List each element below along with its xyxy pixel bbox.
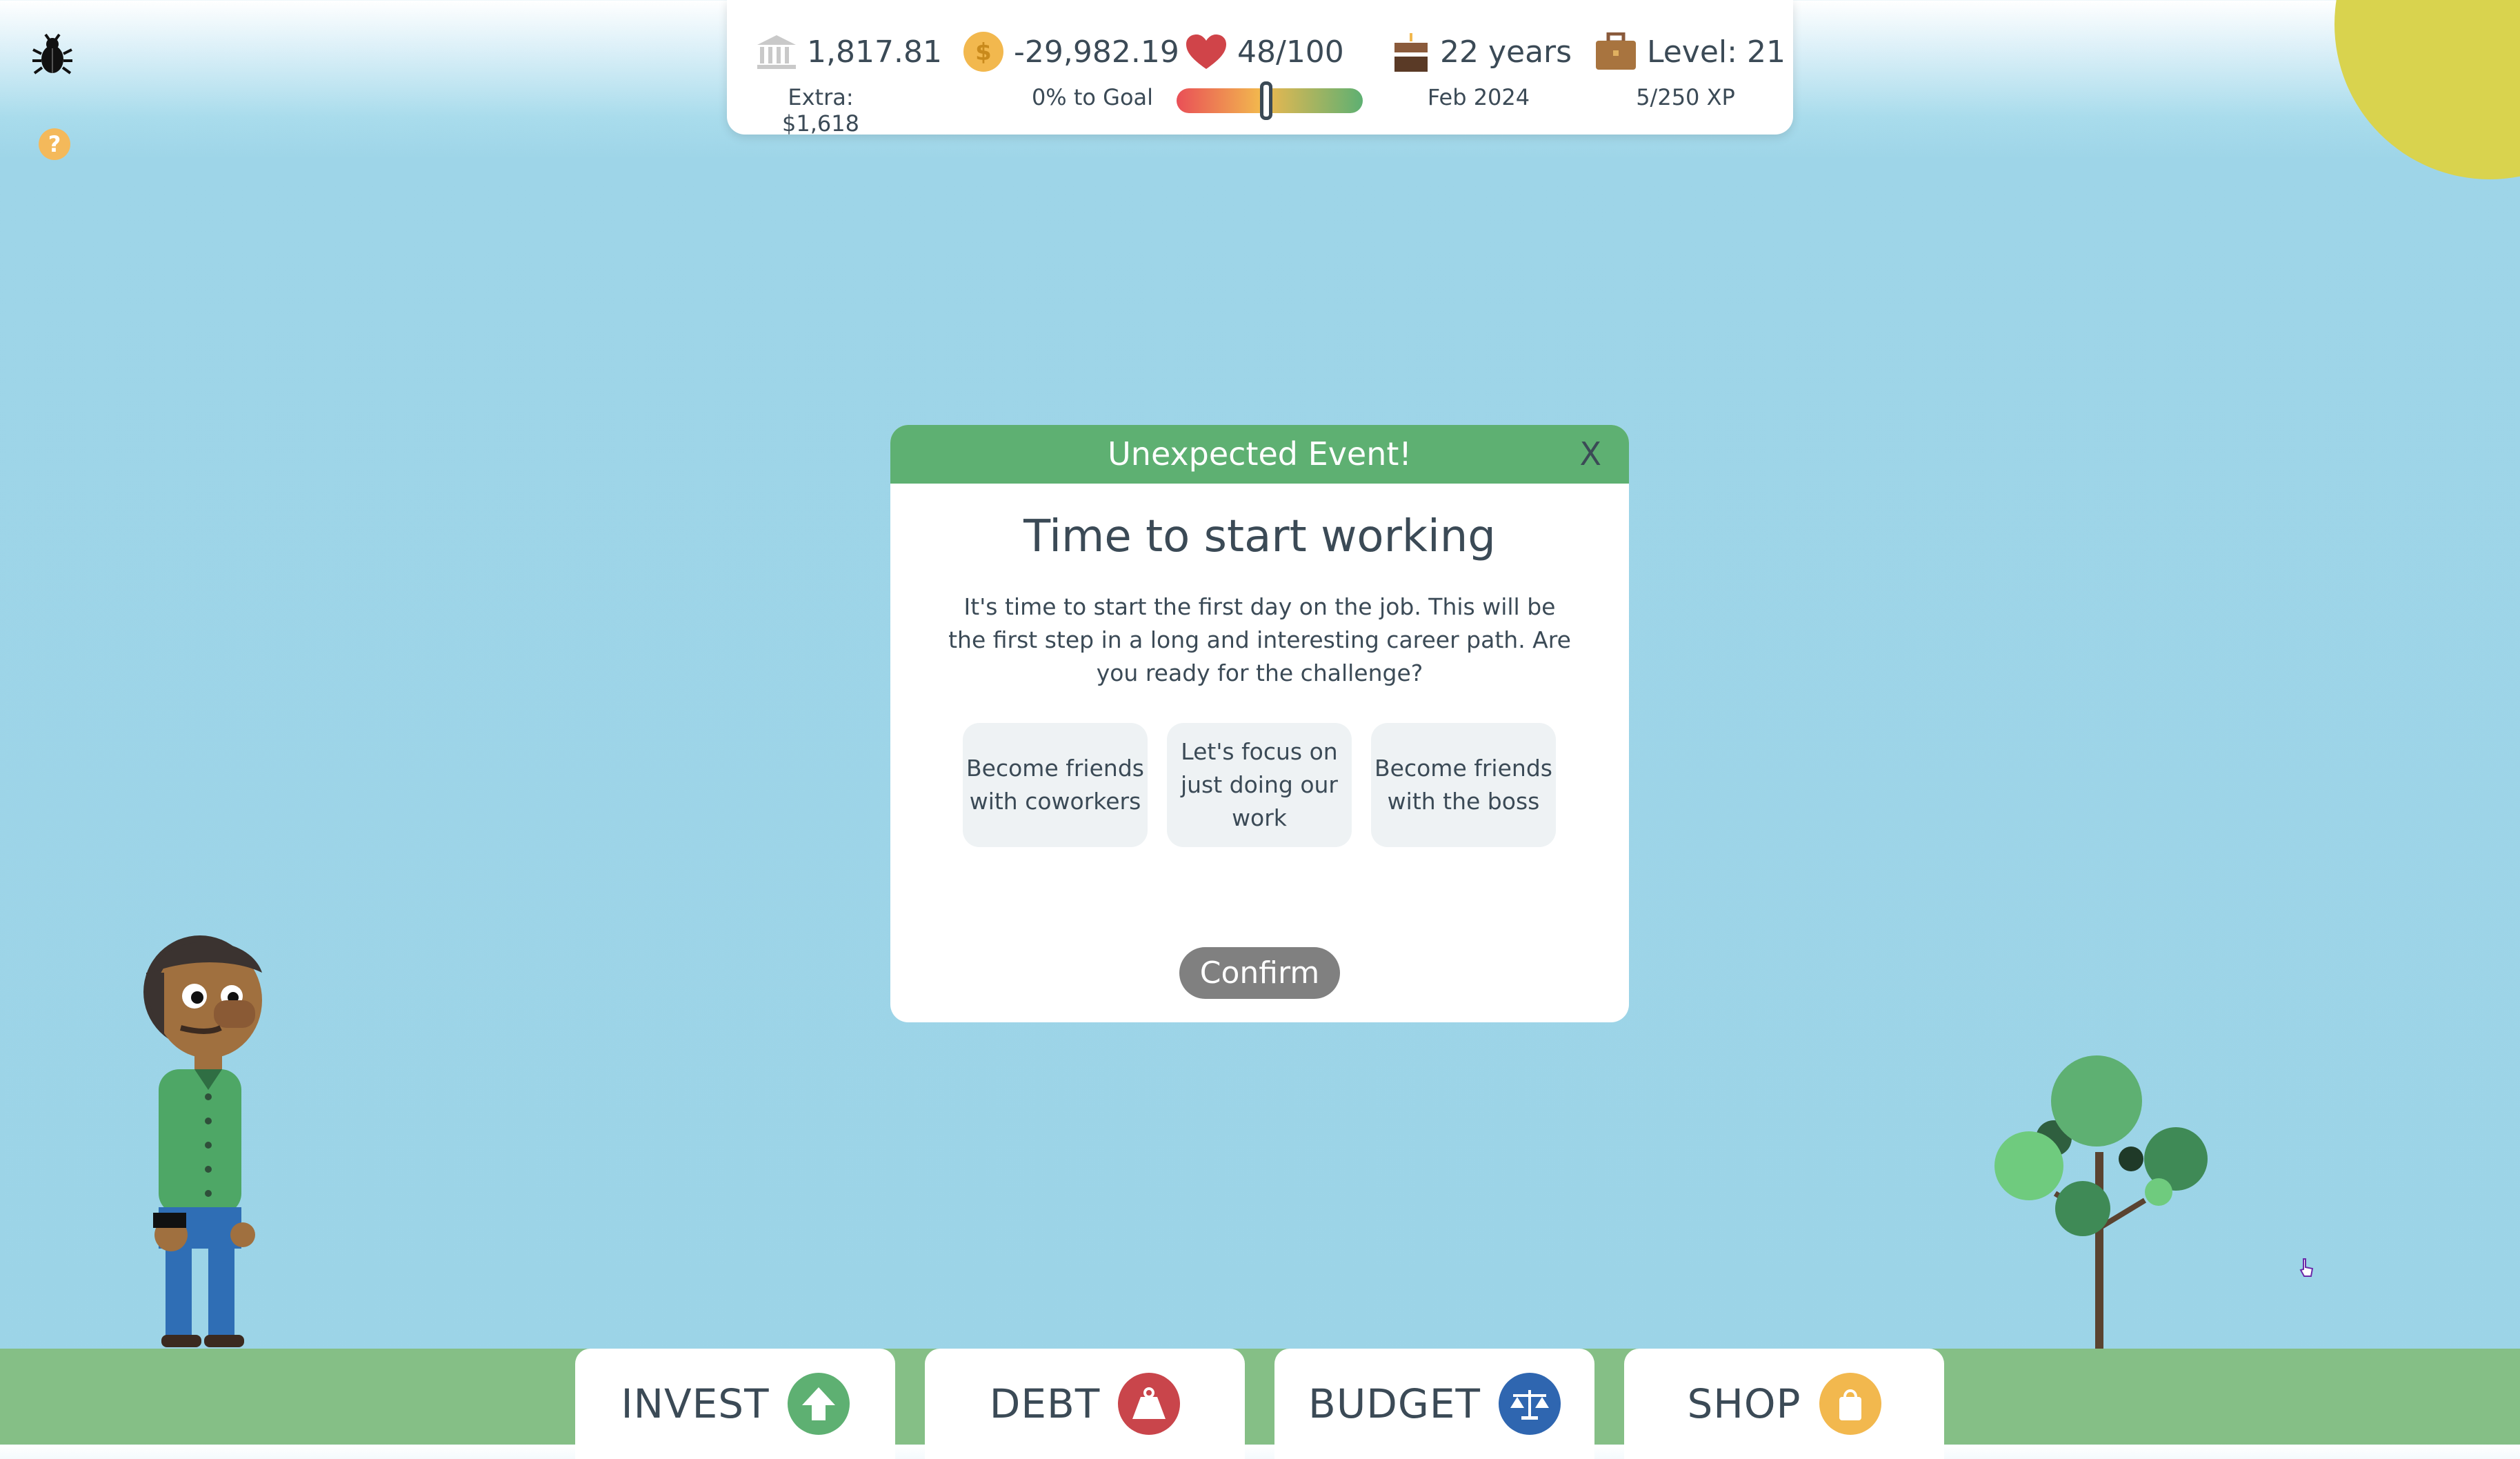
current-date: Feb 2024	[1427, 84, 1530, 110]
help-button[interactable]: ?	[39, 128, 70, 160]
career-stat: Level: 21	[1594, 28, 1786, 76]
shop-tab-label: SHOP	[1687, 1380, 1801, 1427]
bug-icon[interactable]	[30, 33, 74, 77]
dialog-description: It's time to start the first day on the …	[948, 593, 1571, 686]
invest-tab-label: INVEST	[621, 1380, 770, 1427]
bank-icon	[757, 35, 796, 69]
svg-text:$: $	[975, 39, 992, 66]
budget-tab-label: BUDGET	[1308, 1380, 1481, 1427]
health-stat: 48/100	[1185, 28, 1344, 76]
confirm-button[interactable]: Confirm	[1179, 947, 1340, 999]
tree-decoration	[1994, 1055, 2208, 1352]
stats-bar: 1,817.81 Extra: $1,618 $ -29,982.19 0% t…	[727, 0, 1793, 137]
health-value: 48/100	[1237, 34, 1344, 70]
age-value: 22 years	[1440, 34, 1572, 70]
shop-tab[interactable]: SHOP	[1624, 1349, 1944, 1459]
option-focus-work[interactable]: Let's focus on just doing our work	[1167, 723, 1352, 847]
dialog-title: Time to start working	[1023, 511, 1496, 562]
briefcase-icon	[1596, 32, 1636, 70]
invest-tab[interactable]: INVEST	[575, 1349, 895, 1459]
player-character	[143, 935, 262, 1347]
option-label: Let's focus on just doing our work	[1180, 738, 1339, 831]
close-button[interactable]: X	[1579, 425, 1601, 484]
weight-icon	[1118, 1373, 1181, 1435]
sun-decoration	[2334, 0, 2520, 179]
hand-cursor-icon	[2299, 1258, 2314, 1277]
option-label: Become friends with coworkers	[966, 755, 1144, 815]
age-stat: 22 years	[1392, 28, 1572, 76]
debt-tab-label: DEBT	[989, 1380, 1101, 1427]
xp-progress: 5/250 XP	[1636, 84, 1735, 110]
budget-tab[interactable]: BUDGET	[1274, 1349, 1594, 1459]
option-friends-boss[interactable]: Become friends with the boss	[1371, 723, 1556, 847]
coin-icon: $	[963, 32, 1003, 72]
cake-icon	[1394, 33, 1428, 72]
extra-amount: Extra: $1,618	[782, 84, 859, 137]
bank-stat: 1,817.81	[756, 28, 942, 76]
money-stat: $ -29,982.19	[963, 28, 1179, 76]
arrow-up-icon	[787, 1373, 850, 1435]
dialog-header: Unexpected Event!	[890, 425, 1629, 484]
shopping-bag-icon	[1819, 1373, 1881, 1435]
career-level: Level: 21	[1647, 34, 1786, 70]
option-friends-coworkers[interactable]: Become friends with coworkers	[963, 723, 1148, 847]
option-label: Become friends with the boss	[1374, 755, 1552, 815]
scale-icon	[1498, 1373, 1561, 1435]
debt-tab[interactable]: DEBT	[925, 1349, 1245, 1459]
heart-icon	[1186, 34, 1226, 69]
ground	[0, 1349, 2520, 1445]
bank-balance: 1,817.81	[807, 34, 942, 70]
net-worth: -29,982.19	[1014, 34, 1179, 70]
goal-progress: 0% to Goal	[1031, 84, 1154, 110]
health-meter-marker	[1259, 81, 1272, 120]
event-dialog: Unexpected Event! X Time to start workin…	[890, 425, 1629, 1022]
